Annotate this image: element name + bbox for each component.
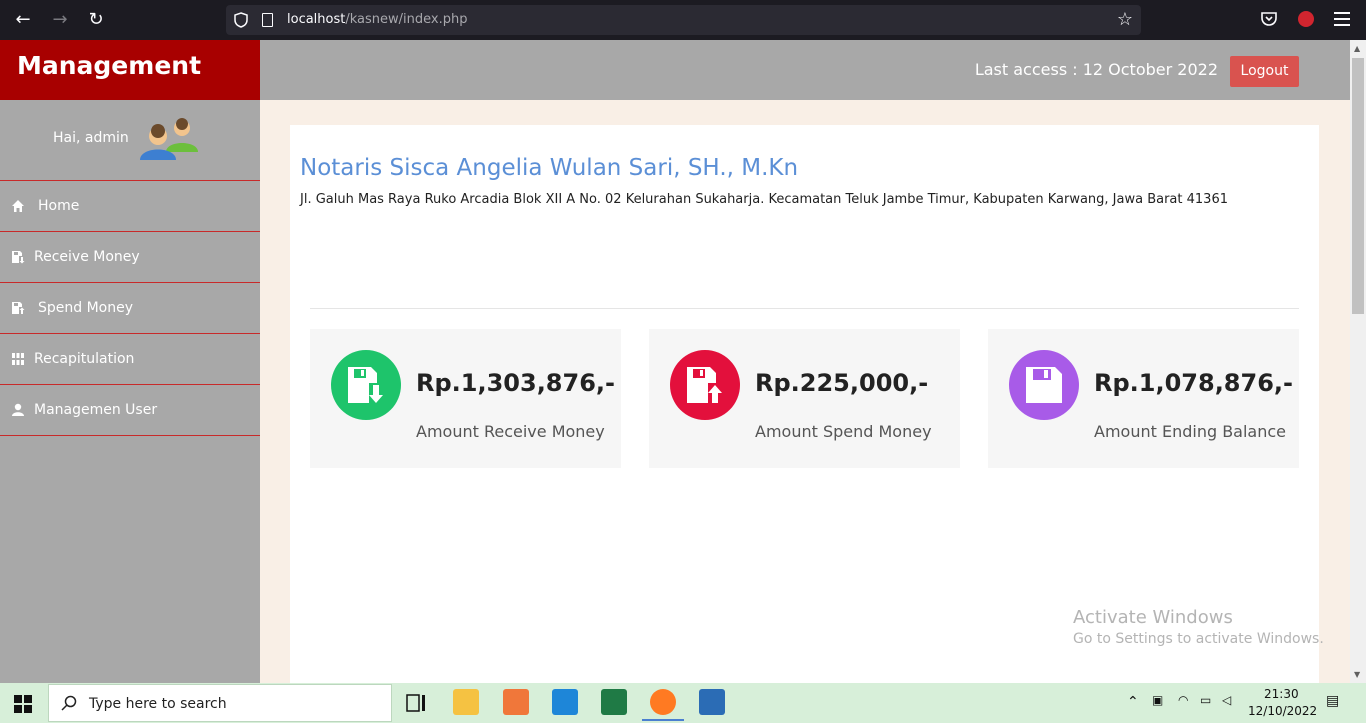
stat-card-spend: Rp.225,000,- Amount Spend Money	[649, 329, 960, 468]
page-scrollbar[interactable]: ▲ ▼	[1350, 40, 1366, 683]
back-arrow-icon[interactable]: ←	[11, 8, 35, 32]
file-explorer-icon[interactable]	[453, 689, 479, 715]
url-path: /kasnew/index.php	[345, 12, 468, 27]
home-icon	[12, 200, 24, 212]
forward-arrow-icon[interactable]: →	[48, 8, 72, 32]
stat-value: Rp.1,303,876,-	[416, 369, 615, 397]
clock-date[interactable]: 12/10/2022	[1248, 704, 1317, 718]
content-panel: Notaris Sisca Angelia Wulan Sari, SH., M…	[290, 125, 1319, 685]
grid-icon	[12, 353, 24, 365]
save-upload-icon	[687, 367, 722, 403]
stat-icon-circle	[670, 350, 740, 420]
activate-windows-subtitle: Go to Settings to activate Windows.	[1073, 631, 1324, 647]
hamburger-menu-icon[interactable]	[1334, 12, 1350, 26]
stat-card-balance: Rp.1,078,876,- Amount Ending Balance	[988, 329, 1299, 468]
users-avatar-icon	[140, 118, 198, 160]
stat-label: Amount Receive Money	[416, 422, 605, 441]
sidebar-item-spend-money[interactable]: Spend Money	[0, 283, 260, 334]
browser-toolbar: ← → ↻ localhost/kasnew/index.php ☆	[0, 0, 1366, 40]
scroll-down-icon[interactable]: ▼	[1354, 670, 1360, 679]
divider	[310, 308, 1299, 309]
notification-icon[interactable]: ▤	[1326, 693, 1339, 709]
windows-start-icon[interactable]	[14, 695, 32, 713]
sidebar-item-home[interactable]: Home	[0, 181, 260, 232]
extension-icon[interactable]	[1298, 11, 1314, 27]
sidebar-item-label: Managemen User	[34, 402, 158, 418]
xampp-icon[interactable]	[503, 689, 529, 715]
spend-icon	[12, 302, 25, 314]
tray-security-icon[interactable]: ▣	[1152, 693, 1163, 707]
stat-icon-circle	[1009, 350, 1079, 420]
sidebar-item-label: Receive Money	[34, 249, 140, 265]
activate-windows-title: Activate Windows	[1073, 607, 1233, 628]
stat-label: Amount Ending Balance	[1094, 422, 1287, 441]
greeting-text: Hai, admin	[53, 130, 129, 146]
scroll-thumb[interactable]	[1352, 58, 1364, 314]
scroll-up-icon[interactable]: ▲	[1354, 44, 1360, 53]
save-icon	[1026, 367, 1062, 403]
sidebar-item-label: Spend Money	[38, 300, 134, 316]
url-host: localhost	[287, 12, 346, 27]
taskbar-search-input[interactable]: Type here to search	[48, 684, 392, 722]
sidebar-item-receive-money[interactable]: Receive Money	[0, 232, 260, 283]
excel-icon[interactable]	[601, 689, 627, 715]
shield-icon[interactable]	[234, 12, 248, 28]
windows-taskbar: Type here to search ⌃ ▣ ◠ ▭ ◁ 21:30 12/1…	[0, 683, 1366, 723]
vscode-icon[interactable]	[552, 689, 578, 715]
receive-icon	[12, 251, 25, 264]
url-text[interactable]: localhost/kasnew/index.php	[287, 12, 467, 27]
save-download-icon	[348, 367, 383, 403]
sidebar: Hai, admin Home Receive Money Spend Mone…	[0, 100, 260, 683]
tray-battery-icon[interactable]: ▭	[1200, 693, 1211, 707]
stat-label: Amount Spend Money	[755, 422, 932, 441]
stat-card-receive: Rp.1,303,876,- Amount Receive Money	[310, 329, 621, 468]
app-brand: Management Cash	[0, 40, 260, 132]
pocket-icon[interactable]	[1260, 10, 1278, 28]
reload-icon[interactable]: ↻	[84, 8, 108, 32]
last-access-text: Last access : 12 October 2022	[974, 60, 1218, 79]
sidebar-item-managemen-user[interactable]: Managemen User	[0, 385, 260, 436]
page-icon	[262, 13, 273, 27]
sidebar-menu: Home Receive Money Spend Money Recapitul…	[0, 180, 260, 436]
search-placeholder: Type here to search	[89, 696, 227, 712]
page-title: Notaris Sisca Angelia Wulan Sari, SH., M…	[300, 155, 799, 181]
stat-value: Rp.225,000,-	[755, 369, 929, 397]
sidebar-item-recapitulation[interactable]: Recapitulation	[0, 334, 260, 385]
office-address: Jl. Galuh Mas Raya Ruko Arcadia Blok XII…	[300, 192, 1228, 207]
stat-icon-circle	[331, 350, 401, 420]
tray-wifi-icon[interactable]: ◠	[1178, 693, 1188, 707]
photos-icon[interactable]	[699, 689, 725, 715]
address-bar[interactable]: localhost/kasnew/index.php ☆	[226, 5, 1141, 35]
task-view-icon[interactable]	[404, 691, 428, 715]
stat-value: Rp.1,078,876,-	[1094, 369, 1293, 397]
bookmark-star-icon[interactable]: ☆	[1117, 9, 1133, 30]
tray-volume-icon[interactable]: ◁	[1222, 693, 1231, 707]
sidebar-item-label: Recapitulation	[34, 351, 135, 367]
user-icon	[12, 403, 24, 416]
tray-chevron-up-icon[interactable]: ⌃	[1127, 694, 1139, 710]
sidebar-item-label: Home	[38, 198, 80, 214]
search-icon	[61, 695, 77, 711]
firefox-icon[interactable]	[642, 689, 684, 721]
top-bar: Last access : 12 October 2022 Logout	[260, 40, 1350, 100]
clock-time[interactable]: 21:30	[1264, 687, 1299, 701]
logout-button[interactable]: Logout	[1230, 56, 1299, 87]
